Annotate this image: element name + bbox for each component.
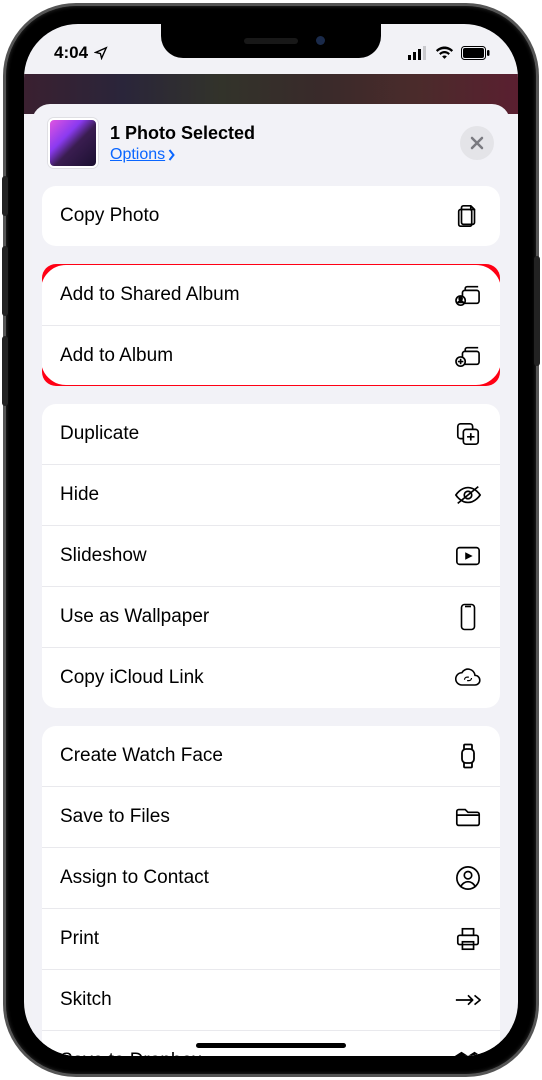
row-label: Save to Files [60, 806, 170, 828]
slideshow-icon [454, 542, 482, 570]
row-label: Duplicate [60, 423, 139, 445]
action-wallpaper[interactable]: Use as Wallpaper [42, 586, 500, 647]
section-2: Duplicate Hide [42, 404, 500, 708]
action-skitch[interactable]: Skitch [42, 969, 500, 1030]
row-label: Skitch [60, 989, 112, 1011]
section-1: Add to Shared Album Add to Album [42, 264, 500, 386]
watch-icon [454, 742, 482, 770]
close-button[interactable] [460, 126, 494, 160]
skitch-icon [454, 986, 482, 1014]
album-add-icon [454, 342, 482, 370]
share-sheet: 1 Photo Selected Options Copy Photo [32, 104, 510, 1056]
dropbox-icon [454, 1047, 482, 1056]
row-label: Assign to Contact [60, 867, 209, 889]
phone-frame: 4:04 [6, 6, 536, 1074]
row-label: Hide [60, 484, 99, 506]
row-label: Print [60, 928, 99, 950]
row-label: Add to Shared Album [60, 284, 240, 306]
options-link[interactable]: Options [110, 146, 176, 164]
row-label: Copy Photo [60, 205, 159, 227]
volume-up-button [2, 246, 8, 316]
action-hide[interactable]: Hide [42, 464, 500, 525]
row-label: Copy iCloud Link [60, 667, 204, 689]
printer-icon [454, 925, 482, 953]
mute-switch [2, 176, 8, 216]
power-button [534, 256, 540, 366]
options-label: Options [110, 146, 165, 164]
action-save-files[interactable]: Save to Files [42, 786, 500, 847]
row-label: Use as Wallpaper [60, 606, 209, 628]
volume-down-button [2, 336, 8, 406]
action-duplicate[interactable]: Duplicate [42, 404, 500, 464]
row-label: Create Watch Face [60, 745, 223, 767]
notch [161, 24, 381, 58]
action-print[interactable]: Print [42, 908, 500, 969]
wifi-icon [435, 46, 454, 60]
folder-icon [454, 803, 482, 831]
chevron-right-icon [167, 149, 176, 161]
status-time: 4:04 [54, 43, 88, 63]
screen: 4:04 [24, 24, 518, 1056]
wallpaper-icon [454, 603, 482, 631]
sheet-header: 1 Photo Selected Options [32, 104, 510, 186]
action-add-album[interactable]: Add to Album [42, 325, 500, 386]
action-add-shared-album[interactable]: Add to Shared Album [42, 264, 500, 325]
row-label: Add to Album [60, 345, 173, 367]
row-label: Save to Dropbox [60, 1050, 202, 1056]
album-shared-icon [454, 281, 482, 309]
photo-thumbnail[interactable] [48, 118, 98, 168]
battery-icon [461, 46, 490, 60]
action-watch-face[interactable]: Create Watch Face [42, 726, 500, 786]
icloud-link-icon [454, 664, 482, 692]
copy-doc-icon [454, 202, 482, 230]
section-0: Copy Photo [42, 186, 500, 246]
contact-icon [454, 864, 482, 892]
action-slideshow[interactable]: Slideshow [42, 525, 500, 586]
action-copy-icloud-link[interactable]: Copy iCloud Link [42, 647, 500, 708]
row-label: Slideshow [60, 545, 147, 567]
cellular-icon [408, 46, 428, 60]
close-icon [470, 136, 484, 150]
duplicate-icon [454, 420, 482, 448]
section-3: Create Watch Face Save to Files [42, 726, 500, 1056]
location-icon [94, 46, 108, 60]
action-copy-photo[interactable]: Copy Photo [42, 186, 500, 246]
selection-title: 1 Photo Selected [110, 123, 448, 144]
home-indicator[interactable] [196, 1043, 346, 1048]
action-assign-contact[interactable]: Assign to Contact [42, 847, 500, 908]
hide-icon [454, 481, 482, 509]
